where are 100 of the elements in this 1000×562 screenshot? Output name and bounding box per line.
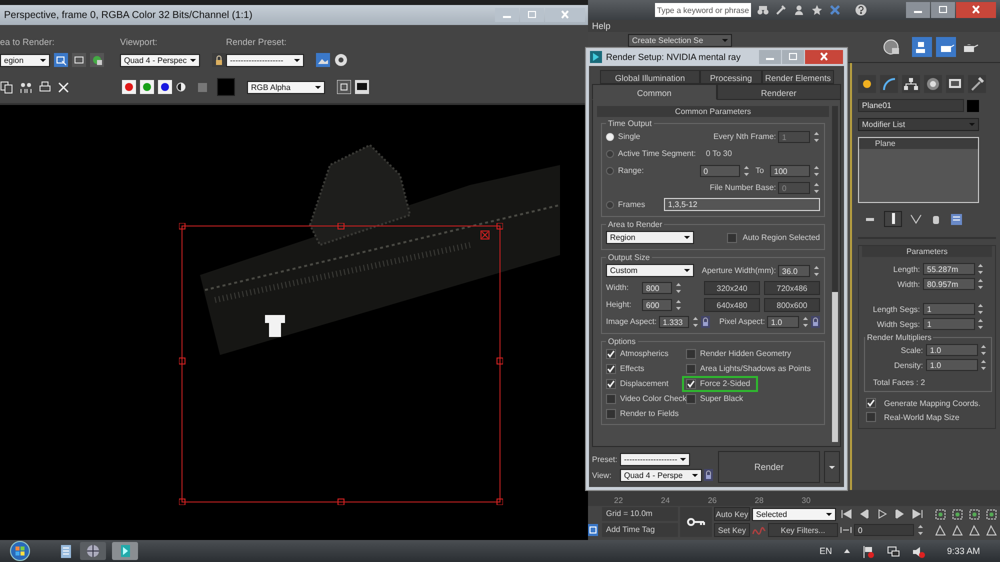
- spinner-icon[interactable]: [742, 164, 750, 176]
- spinner-icon[interactable]: [813, 164, 820, 176]
- half-circle-icon[interactable]: [176, 82, 186, 92]
- time-config-icon[interactable]: [840, 524, 852, 536]
- color-swatch[interactable]: [967, 100, 979, 112]
- checkbox[interactable]: [866, 398, 876, 408]
- input-field[interactable]: 80.957m: [923, 278, 975, 290]
- tab[interactable]: Common: [592, 84, 716, 100]
- checkbox[interactable]: [686, 348, 696, 358]
- document-icon[interactable]: [58, 543, 74, 559]
- dropdown[interactable]: --------------------: [226, 54, 304, 66]
- tab[interactable]: Renderer: [716, 84, 841, 100]
- size-button[interactable]: 800x600: [764, 298, 820, 312]
- previous-frame-icon[interactable]: [858, 508, 870, 520]
- tab[interactable]: Render Elements: [762, 70, 834, 84]
- funnel-icon[interactable]: [910, 213, 922, 225]
- start-orb-icon[interactable]: [10, 541, 30, 561]
- spinner-icon[interactable]: [980, 359, 987, 371]
- minimize-icon[interactable]: [906, 2, 930, 18]
- region-edit-icon[interactable]: [54, 53, 68, 67]
- checkbox[interactable]: [866, 412, 876, 422]
- spinner-icon[interactable]: [802, 316, 809, 328]
- display-icon[interactable]: [946, 75, 964, 93]
- spinner-icon[interactable]: [977, 303, 984, 315]
- dropdown[interactable]: Modifier List: [858, 118, 979, 131]
- input-field[interactable]: Plane01: [858, 99, 964, 112]
- copy-icon[interactable]: [0, 80, 13, 94]
- dropdown[interactable]: Quad 4 - Perspe: [620, 468, 702, 482]
- picture-icon[interactable]: [316, 53, 330, 67]
- scrollbar[interactable]: [832, 106, 838, 442]
- dropdown[interactable]: Region: [606, 231, 694, 244]
- spinner-icon[interactable]: [675, 282, 682, 294]
- checkbox[interactable]: [686, 378, 696, 388]
- dropdown[interactable]: --------------------: [620, 452, 690, 466]
- checkbox[interactable]: [686, 394, 696, 404]
- speaker-icon[interactable]: [912, 544, 925, 558]
- key-filters-button[interactable]: Key Filters...: [768, 523, 838, 537]
- rollout-header[interactable]: Parameters: [862, 246, 992, 257]
- motion-icon[interactable]: [924, 75, 942, 93]
- clock[interactable]: 9:33 AM: [946, 546, 980, 556]
- binoculars-icon[interactable]: [757, 4, 769, 16]
- create-icon[interactable]: [858, 75, 876, 93]
- input-field[interactable]: 1.0: [926, 359, 978, 371]
- render-options-button[interactable]: [824, 451, 840, 483]
- checkbox[interactable]: [606, 348, 616, 358]
- frame-icon[interactable]: [337, 80, 351, 94]
- input-field[interactable]: 800: [642, 282, 672, 294]
- spinner-icon[interactable]: [813, 264, 820, 276]
- network-icon[interactable]: [886, 544, 900, 558]
- input-field[interactable]: 100: [770, 164, 810, 176]
- flag-icon[interactable]: [862, 544, 875, 558]
- render-icon[interactable]: [90, 53, 104, 67]
- spinner-icon[interactable]: [675, 298, 682, 310]
- bar-icon[interactable]: [884, 211, 902, 227]
- checkbox[interactable]: [686, 364, 696, 374]
- input-field[interactable]: 36.0: [778, 264, 810, 276]
- x-logo-icon[interactable]: [829, 4, 841, 16]
- channel-button[interactable]: [122, 80, 136, 94]
- frame-icon[interactable]: [72, 53, 86, 67]
- checkbox[interactable]: [606, 364, 616, 374]
- modifier-stack[interactable]: Plane: [858, 137, 979, 203]
- lock-icon[interactable]: [704, 469, 713, 481]
- close-icon[interactable]: [956, 2, 996, 18]
- rollout-header[interactable]: Common Parameters: [597, 106, 829, 117]
- tab[interactable]: Global Illumination: [600, 70, 700, 84]
- input-field[interactable]: 1: [923, 318, 975, 330]
- spinner-icon[interactable]: [980, 344, 987, 356]
- input-field[interactable]: 600: [642, 298, 672, 310]
- clone-icon[interactable]: [19, 80, 32, 94]
- auto-key-button[interactable]: Auto Key: [714, 507, 750, 521]
- spinner-icon[interactable]: [977, 263, 984, 275]
- size-button[interactable]: 320x240: [704, 280, 760, 294]
- input-field[interactable]: 55.287m: [923, 263, 975, 275]
- globe-icon[interactable]: [80, 542, 106, 560]
- dropdown[interactable]: Quad 4 - Perspec: [120, 54, 200, 66]
- dropdown[interactable]: Selected: [752, 508, 836, 520]
- lock-icon[interactable]: [212, 53, 226, 67]
- spinner-icon[interactable]: [917, 524, 924, 536]
- input-field[interactable]: 1.333: [658, 316, 689, 328]
- render-button[interactable]: Render: [718, 451, 820, 483]
- modify-icon[interactable]: [880, 75, 898, 93]
- input-field[interactable]: 1.0: [926, 344, 978, 356]
- spinner-icon[interactable]: [813, 182, 820, 194]
- checkbox[interactable]: [606, 378, 616, 388]
- input-field[interactable]: 1,3,5-12: [664, 198, 820, 211]
- render-setup-icon[interactable]: [912, 37, 932, 57]
- dropdown[interactable]: RGB Alpha: [247, 80, 325, 94]
- dropdown[interactable]: Create Selection Se: [628, 34, 732, 47]
- help-icon[interactable]: [855, 4, 867, 16]
- play-icon[interactable]: [876, 508, 888, 520]
- maximize-icon[interactable]: [931, 2, 955, 18]
- search-field[interactable]: Type a keyword or phrase: [655, 3, 751, 17]
- checkbox[interactable]: [726, 232, 737, 242]
- size-button[interactable]: 640x480: [704, 298, 760, 312]
- star-icon[interactable]: [811, 4, 823, 16]
- input-field[interactable]: 1.0: [767, 316, 799, 328]
- radio-button[interactable]: [606, 166, 614, 174]
- hammer-icon[interactable]: [968, 75, 986, 93]
- color-swatch[interactable]: [217, 78, 235, 96]
- next-frame-icon[interactable]: [894, 508, 906, 520]
